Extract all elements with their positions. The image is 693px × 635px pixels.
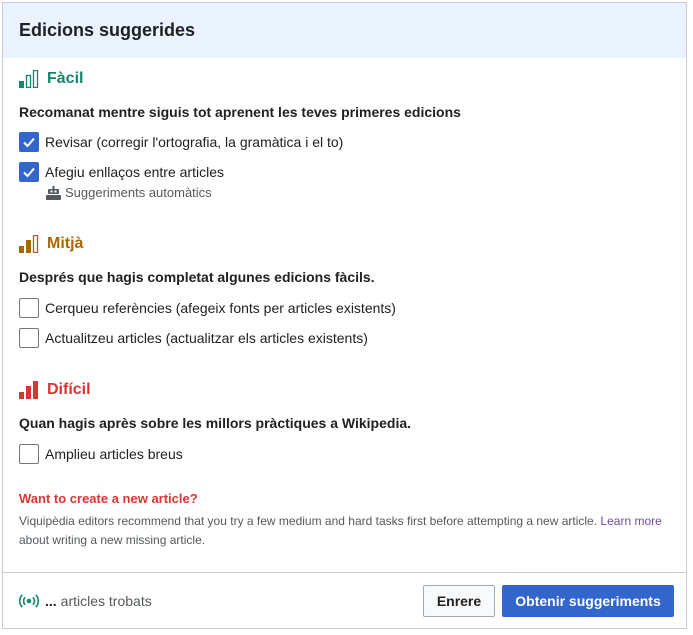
back-button[interactable]: Enrere [423,584,495,617]
difficulty-medium-icon [19,235,39,253]
articles-count-value: ... [45,592,57,609]
level-hard-description: Quan hagis après sobre les millors pràct… [19,415,412,431]
new-article-title: Want to create a new article? [19,491,198,506]
checkmark-icon [23,137,35,148]
level-medium-description: Després que hagis completat algunes edic… [19,269,375,285]
task-references-checkbox[interactable] [19,298,39,318]
dialog-header: Edicions suggerides [3,3,686,58]
checkmark-icon [23,167,35,178]
task-copyedit-label: Revisar (corregir l'ortografia, la gramà… [45,134,344,150]
task-update-checkbox[interactable] [19,328,39,348]
dialog-footer: ... articles trobats Enrere Obtenir sugg… [3,572,686,628]
level-easy-heading: Fàcil [19,68,670,90]
task-copyedit-checkbox[interactable] [19,132,39,152]
task-references-label: Cerqueu referències (afegeix fonts per a… [45,300,396,316]
learn-more-link[interactable]: Learn more [600,514,661,528]
level-hard-heading: Difícil [19,379,670,401]
task-copyedit[interactable]: Revisar (corregir l'ortografia, la gramà… [19,131,670,153]
task-expand-label: Amplieu articles breus [45,446,183,462]
difficulty-easy-icon [19,70,39,88]
new-article-text-after: about writing a new missing article. [19,533,206,547]
new-article-text: Viquipèdia editors recommend that you tr… [19,512,670,550]
task-links-checkbox[interactable] [19,162,39,182]
task-references[interactable]: Cerqueu referències (afegeix fonts per a… [19,297,670,319]
articles-found-count: ... articles trobats [19,593,152,609]
live-broadcast-icon [19,593,39,608]
get-suggestions-button[interactable]: Obtenir suggeriments [502,584,674,617]
suggested-edits-dialog: Edicions suggerides Fàcil Recomanat ment… [2,2,687,629]
task-update-label: Actualitzeu articles (actualitzar els ar… [45,330,368,346]
task-links-label: Afegiu enllaços entre articles [45,164,224,180]
level-hard-label: Difícil [47,381,91,398]
dialog-title: Edicions suggerides [19,20,196,40]
task-expand[interactable]: Amplieu articles breus [19,443,670,465]
task-update[interactable]: Actualitzeu articles (actualitzar els ar… [19,327,670,349]
difficulty-hard-icon [19,381,38,399]
robot-icon [46,185,61,200]
task-links-sublabel: Suggeriments automàtics [46,185,670,200]
new-article-text-before: Viquipèdia editors recommend that you tr… [19,514,598,528]
task-expand-checkbox[interactable] [19,444,39,464]
task-links[interactable]: Afegiu enllaços entre articles [19,161,670,183]
level-easy-label: Fàcil [47,70,84,87]
level-medium-label: Mitjà [47,235,84,252]
level-medium-heading: Mitjà [19,233,670,255]
articles-count-label: articles trobats [60,592,152,609]
level-easy-description: Recomanat mentre siguis tot aprenent les… [19,104,461,120]
dialog-body: Fàcil Recomanat mentre siguis tot aprene… [3,68,686,550]
robot-sublabel-text: Suggeriments automàtics [65,185,212,200]
